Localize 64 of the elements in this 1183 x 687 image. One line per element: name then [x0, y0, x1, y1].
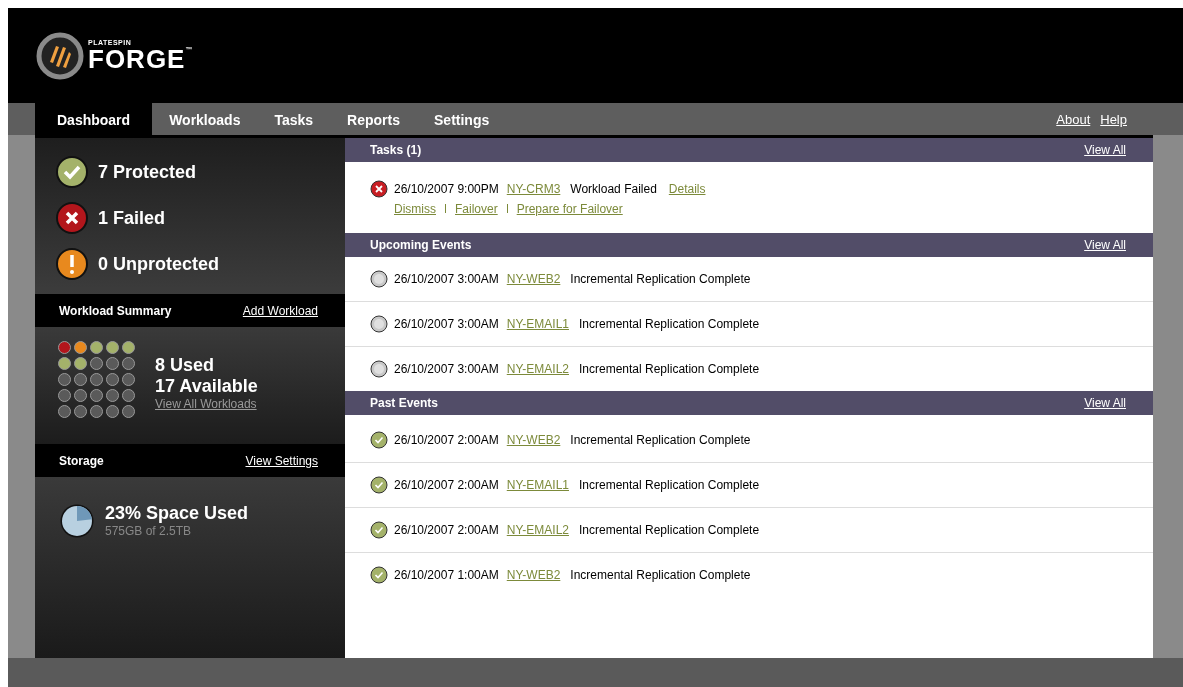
event-time: 26/10/2007 3:00AM	[394, 362, 499, 376]
check-icon	[370, 566, 388, 584]
check-icon	[56, 156, 88, 188]
used-count: 8 Used	[155, 354, 216, 376]
event-message: Incremental Replication Complete	[579, 523, 760, 537]
nav-tab[interactable]: Dashboard	[35, 103, 153, 135]
event-time: 26/10/2007 2:00AM	[394, 433, 499, 447]
status-count: 1 Failed	[98, 207, 166, 229]
event-message: Workload Failed	[570, 181, 657, 196]
section-title: Past Events	[370, 396, 439, 410]
check-icon	[370, 521, 388, 539]
section-title: Upcoming Events	[370, 238, 472, 252]
nav-tab[interactable]: Settings	[417, 103, 507, 135]
workload-link[interactable]: NY-WEB2	[506, 433, 561, 447]
check-icon	[370, 476, 388, 494]
event-message: Incremental Replication Complete	[570, 433, 751, 447]
view-all-link[interactable]: View All	[1084, 143, 1126, 157]
workload-link[interactable]: NY-EMAIL1	[506, 317, 569, 331]
view-all-link[interactable]: View All	[1084, 238, 1126, 252]
status-count: 7 Protected	[98, 161, 197, 183]
workload-link[interactable]: NY-CRM3	[506, 181, 561, 196]
event-time: 26/10/2007 3:00AM	[394, 272, 499, 286]
nav-tab[interactable]: Workloads	[152, 103, 258, 135]
error-icon	[56, 202, 88, 234]
event-message: Incremental Replication Complete	[579, 362, 760, 376]
status-count: 0 Unprotected	[98, 253, 220, 275]
event-message: Incremental Replication Complete	[579, 478, 760, 492]
header-link[interactable]: About	[1056, 111, 1091, 127]
panel-title: Workload Summary	[59, 303, 172, 318]
event-time: 26/10/2007 9:00PM	[394, 181, 499, 196]
event-time: 26/10/2007 2:00AM	[394, 478, 499, 492]
workload-link[interactable]: NY-EMAIL2	[506, 523, 569, 537]
event-time: 26/10/2007 3:00AM	[394, 317, 499, 331]
task-action-link[interactable]: Dismiss	[394, 201, 436, 216]
nav-tab[interactable]: Reports	[330, 103, 417, 135]
event-message: Incremental Replication Complete	[570, 272, 751, 286]
space-detail: 575GB of 2.5TB	[105, 524, 193, 538]
workload-link[interactable]: NY-WEB2	[506, 272, 561, 286]
nav-tab[interactable]: Tasks	[257, 103, 331, 135]
view-settings-link[interactable]: View Settings	[245, 453, 318, 468]
error-icon	[370, 179, 388, 198]
check-icon	[370, 431, 388, 449]
details-link[interactable]: Details	[668, 181, 706, 196]
event-time: 26/10/2007 1:00AM	[394, 568, 499, 582]
pie-icon	[59, 503, 95, 539]
available-count: 17 Available	[155, 375, 258, 397]
task-action-link[interactable]: Failover	[455, 201, 498, 216]
event-message: Incremental Replication Complete	[579, 317, 760, 331]
logo-name: FORGE$^{™}$	[88, 46, 194, 72]
event-message: Incremental Replication Complete	[570, 568, 751, 582]
space-used: 23% Space Used	[105, 503, 249, 524]
add-workload-link[interactable]: Add Workload	[242, 303, 318, 318]
panel-title: Storage	[59, 453, 104, 468]
workload-link[interactable]: NY-EMAIL2	[506, 362, 569, 376]
workload-link[interactable]: NY-EMAIL1	[506, 478, 569, 492]
workload-link[interactable]: NY-WEB2	[506, 568, 561, 582]
event-time: 26/10/2007 2:00AM	[394, 523, 499, 537]
header-link[interactable]: Help	[1100, 111, 1127, 127]
warning-icon	[56, 248, 88, 280]
logo-icon	[36, 31, 84, 80]
view-all-link[interactable]: View All	[1084, 396, 1126, 410]
section-title: Tasks (1)	[370, 143, 422, 157]
view-workloads-link[interactable]: View All Workloads	[155, 396, 258, 411]
task-action-link[interactable]: Prepare for Failover	[516, 201, 623, 216]
